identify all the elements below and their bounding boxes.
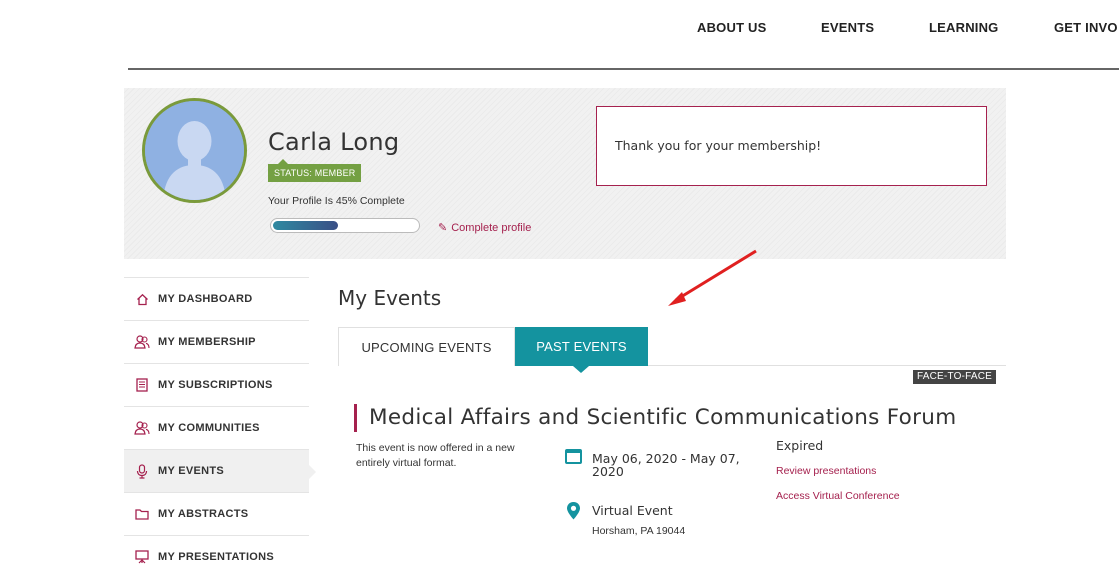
calendar-icon <box>565 449 582 464</box>
sidebar-item-label: MY SUBSCRIPTIONS <box>158 379 273 391</box>
pencil-icon: ✎ <box>438 222 448 234</box>
profile-progress-bar <box>270 218 420 233</box>
access-virtual-conference-link[interactable]: Access Virtual Conference <box>776 490 900 502</box>
event-venue: Virtual Event <box>592 503 673 518</box>
page-title: My Events <box>338 286 442 310</box>
event-description: This event is now offered in a new entir… <box>356 442 515 469</box>
person-silhouette-icon <box>145 101 244 200</box>
event-dates: May 06, 2020 - May 07, 2020 <box>592 451 740 479</box>
complete-profile-link[interactable]: ✎ Complete profile <box>438 221 531 234</box>
nav-learning[interactable]: LEARNING <box>929 20 999 35</box>
nav-get-involved[interactable]: GET INVO <box>1054 20 1118 35</box>
profile-completion-text: Your Profile Is 45% Complete <box>268 195 405 207</box>
progress-fill <box>273 221 338 230</box>
membership-message-box: Thank you for your membership! <box>596 106 987 186</box>
event-location: Horsham, PA 19044 <box>592 525 686 537</box>
sidebar-item-subscriptions[interactable]: MY SUBSCRIPTIONS <box>124 363 309 406</box>
tab-past-events[interactable]: PAST EVENTS <box>515 327 648 373</box>
sidebar-item-label: MY ABSTRACTS <box>158 508 249 520</box>
top-navigation: ABOUT US EVENTS LEARNING GET INVO <box>0 0 1119 68</box>
review-presentations-link[interactable]: Review presentations <box>776 465 876 477</box>
profile-banner: Carla Long STATUS: MEMBER Your Profile I… <box>124 88 1006 259</box>
home-icon <box>134 293 150 306</box>
users-icon <box>134 421 150 435</box>
sidebar-item-dashboard[interactable]: MY DASHBOARD <box>124 277 309 320</box>
event-title[interactable]: Medical Affairs and Scientific Communica… <box>354 404 956 432</box>
event-status: Expired <box>776 438 824 453</box>
user-name: Carla Long <box>268 128 400 156</box>
avatar[interactable] <box>142 98 247 203</box>
status-badge: STATUS: MEMBER <box>268 159 362 182</box>
nav-about-us[interactable]: ABOUT US <box>697 20 767 35</box>
complete-profile-label: Complete profile <box>451 222 532 234</box>
membership-message: Thank you for your membership! <box>615 138 822 153</box>
nav-events[interactable]: EVENTS <box>821 20 874 35</box>
folder-icon <box>134 508 150 520</box>
event-type-badge: FACE-TO-FACE <box>913 370 997 384</box>
events-tabs: UPCOMING EVENTS PAST EVENTS <box>338 327 1006 373</box>
header-divider <box>128 68 1119 70</box>
sidebar-item-presentations[interactable]: MY PRESENTATIONS <box>124 535 309 567</box>
location-pin-icon <box>567 502 580 520</box>
sidebar-item-label: MY COMMUNITIES <box>158 422 260 434</box>
presentation-icon <box>134 550 150 564</box>
sidebar-item-label: MY PRESENTATIONS <box>158 551 275 563</box>
tab-upcoming-events[interactable]: UPCOMING EVENTS <box>338 327 515 366</box>
document-icon <box>134 378 150 392</box>
microphone-icon <box>134 463 150 479</box>
sidebar-item-events[interactable]: MY EVENTS <box>124 449 316 492</box>
account-sidebar: MY DASHBOARD MY MEMBERSHIP MY SUBSCRIPTI… <box>124 277 316 567</box>
users-icon <box>134 335 150 349</box>
annotation-arrow-icon <box>668 249 757 306</box>
sidebar-item-communities[interactable]: MY COMMUNITIES <box>124 406 309 449</box>
sidebar-item-abstracts[interactable]: MY ABSTRACTS <box>124 492 309 535</box>
sidebar-item-membership[interactable]: MY MEMBERSHIP <box>124 320 309 363</box>
sidebar-item-label: MY EVENTS <box>158 465 225 477</box>
sidebar-item-label: MY MEMBERSHIP <box>158 336 256 348</box>
sidebar-item-label: MY DASHBOARD <box>158 293 253 305</box>
